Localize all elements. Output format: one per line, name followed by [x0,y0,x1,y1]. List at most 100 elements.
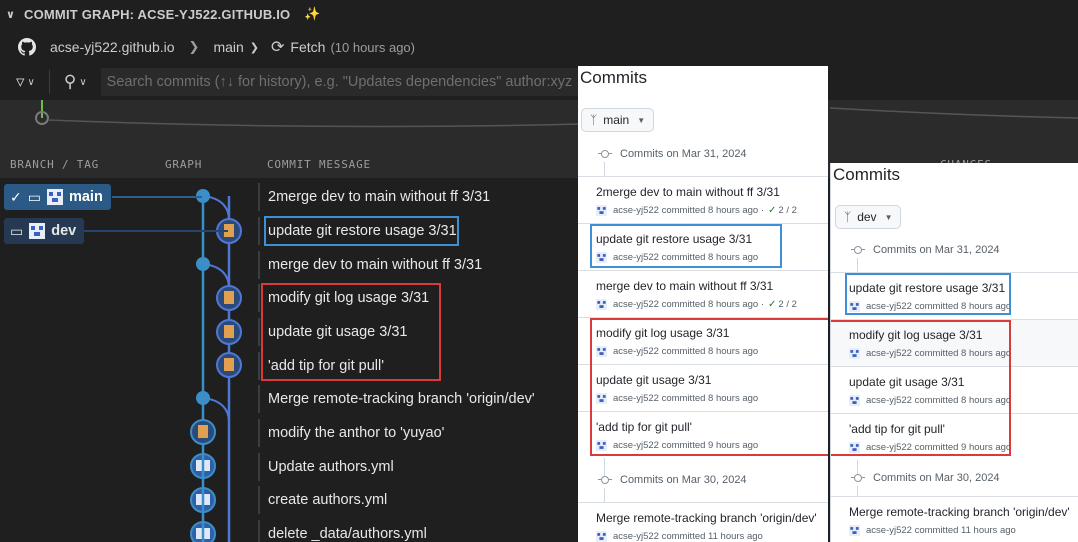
checks-count[interactable]: 2 / 2 [778,205,797,216]
commit-row[interactable]: delete _data/authors.yml [0,517,580,542]
row-divider [258,251,260,279]
row-divider [258,318,260,346]
commit-row[interactable]: Update authors.yml [0,450,580,484]
column-branch[interactable]: BRANCH / TAG [10,158,99,171]
commit-title[interactable]: 'add tip for git pull' [596,420,692,434]
commit-title[interactable]: update git restore usage 3/31 [849,281,1005,295]
commit-item[interactable]: 'add tip for git pull' acse-yj522 commit… [578,411,828,458]
commit-meta-text: acse-yj522 committed 8 hours ago [613,252,759,263]
branch-name: dev [857,210,877,224]
chevron-down-icon[interactable]: ∨ [6,8,20,21]
commit-meta-text: acse-yj522 committed 9 hours ago [613,440,759,451]
panel-title: COMMIT GRAPH: ACSE-YJ522.GITHUB.IO [24,6,291,22]
branch-selector[interactable]: main [213,39,243,55]
check-icon: ✓ [768,299,777,310]
commit-meta-text: acse-yj522 committed 8 hours ago [866,301,1012,312]
commit-row[interactable]: update git usage 3/31 [0,315,580,349]
commit-row[interactable]: update git restore usage 3/31 [0,214,580,248]
commit-message: modify git log usage 3/31 [268,290,430,306]
commit-item[interactable]: update git usage 3/31 acse-yj522 committ… [831,366,1078,413]
refresh-icon[interactable]: ⟳ [271,37,284,57]
commit-title[interactable]: update git restore usage 3/31 [596,232,752,246]
commit-title[interactable]: modify git log usage 3/31 [596,326,729,340]
commit-item[interactable]: modify git log usage 3/31 acse-yj522 com… [831,319,1078,366]
commit-row[interactable]: 2merge dev to main without ff 3/31 [0,180,580,214]
chevron-down-icon[interactable]: ∨ [28,77,35,88]
commit-row[interactable]: merge dev to main without ff 3/31 [0,248,580,282]
timeline-line [604,162,605,176]
commit-title[interactable]: update git usage 3/31 [596,373,711,387]
commit-row[interactable]: 'add tip for git pull' [0,349,580,383]
column-graph[interactable]: GRAPH [165,158,202,171]
fetch-button[interactable]: Fetch [290,39,325,55]
commit-title[interactable]: update git usage 3/31 [849,375,964,389]
commit-meta-text: acse-yj522 committed 8 hours ago [613,205,759,216]
commit-row[interactable]: modify git log usage 3/31 [0,281,580,315]
group-label: Commits on Mar 31, 2024 [873,244,1000,256]
sparkle-icon[interactable]: ✨ [304,6,320,22]
commit-item[interactable]: modify git log usage 3/31 acse-yj522 com… [578,317,828,364]
checks-count[interactable]: 2 / 2 [778,299,797,310]
row-divider [258,385,260,413]
chevron-right-icon: ❯ [188,39,200,54]
filter-icon[interactable]: ▿ [16,72,25,92]
commit-title[interactable]: 2merge dev to main without ff 3/31 [596,185,780,199]
avatar [596,531,607,542]
commit-dot-icon [598,149,612,159]
commit-message: Merge remote-tracking branch 'origin/dev… [268,391,535,407]
commit-meta-text: acse-yj522 committed 8 hours ago [866,395,1012,406]
commit-meta: acse-yj522 committed 8 hours ago [849,395,1011,406]
chevron-down-icon[interactable]: ∨ [79,77,86,88]
row-divider [258,486,260,514]
row-divider [258,453,260,481]
commit-row[interactable]: create authors.yml [0,483,580,517]
group-label: Commits on Mar 31, 2024 [620,148,747,160]
commit-message: 'add tip for git pull' [268,358,384,374]
commit-title[interactable]: 'add tip for git pull' [849,422,945,436]
graph-minimap[interactable] [0,100,1078,150]
commit-message: 2merge dev to main without ff 3/31 [268,189,491,205]
branch-select-button[interactable]: ᛉ main ▼ [581,108,655,132]
chevron-down-icon[interactable]: ❯ [250,41,259,54]
commit-item[interactable]: Merge remote-tracking branch 'origin/dev… [578,502,828,542]
commit-group-header: Commits on Mar 31, 2024 [851,244,1000,256]
commit-message: merge dev to main without ff 3/31 [268,257,483,273]
commit-title[interactable]: merge dev to main without ff 3/31 [596,279,773,293]
search-icon[interactable]: ⚲ [64,72,76,92]
commit-meta-text: acse-yj522 committed 11 hours ago [613,531,763,542]
avatar [596,205,607,216]
avatar [849,525,860,536]
column-message[interactable]: COMMIT MESSAGE [267,158,371,171]
check-icon: ✓ [768,205,777,216]
commit-meta: acse-yj522 committed 8 hours ago [596,393,758,404]
commit-item[interactable]: Merge remote-tracking branch 'origin/dev… [831,496,1078,542]
timeline-line [857,258,858,272]
panel-header: ∨ COMMIT GRAPH: ACSE-YJ522.GITHUB.IO ✨ [0,0,1078,28]
timeline-line [857,486,858,496]
graph-toolbar: acse-yj522.github.io ❯ main ❯ ⟳ Fetch (1… [0,30,580,64]
commit-title[interactable]: Merge remote-tracking branch 'origin/dev… [849,505,1070,519]
group-label: Commits on Mar 30, 2024 [873,472,1000,484]
avatar [596,299,607,310]
commit-title[interactable]: Merge remote-tracking branch 'origin/dev… [596,511,817,525]
commit-dot-icon [598,475,612,485]
minimap-line [829,107,1078,119]
minimap-line [47,119,581,128]
commit-item[interactable]: merge dev to main without ff 3/31 acse-y… [578,270,828,317]
commit-item[interactable]: update git restore usage 3/31 acse-yj522… [831,272,1078,319]
commit-item[interactable]: 'add tip for git pull' acse-yj522 commit… [831,413,1078,460]
commit-meta: acse-yj522 committed 9 hours ago [849,442,1011,453]
avatar [596,440,607,451]
git-branch-icon: ᛉ [844,210,852,224]
commit-title[interactable]: modify git log usage 3/31 [849,328,982,342]
card-title: Commits [833,165,901,184]
git-branch-icon: ᛉ [590,113,598,127]
branch-select-button[interactable]: ᛉ dev ▼ [835,205,902,229]
commit-meta-text: acse-yj522 committed 9 hours ago [866,442,1012,453]
commit-item[interactable]: 2merge dev to main without ff 3/31 acse-… [578,176,828,223]
repo-name[interactable]: acse-yj522.github.io [50,39,175,55]
commit-row[interactable]: modify the anthor to 'yuyao' [0,416,580,450]
commit-row[interactable]: Merge remote-tracking branch 'origin/dev… [0,382,580,416]
commit-item[interactable]: update git usage 3/31 acse-yj522 committ… [578,364,828,411]
commit-item[interactable]: update git restore usage 3/31 acse-yj522… [578,223,828,270]
